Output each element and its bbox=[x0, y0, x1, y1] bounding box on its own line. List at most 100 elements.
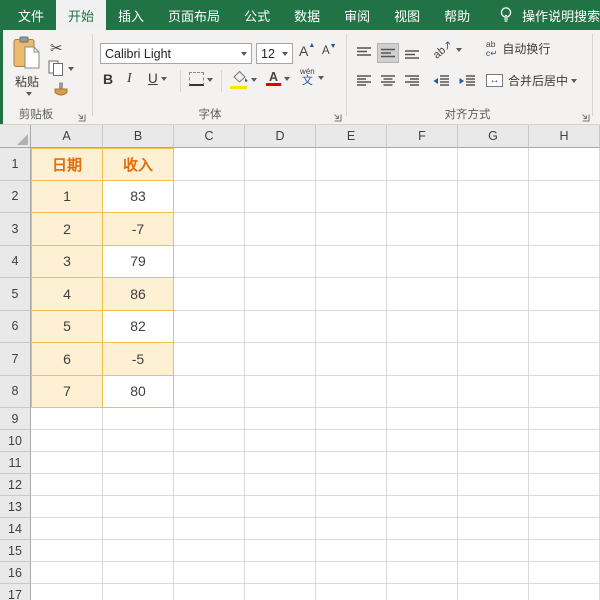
row-header-2[interactable]: 2 bbox=[0, 180, 31, 213]
decrease-indent-button[interactable] bbox=[430, 72, 452, 90]
cell-D6[interactable] bbox=[245, 310, 316, 343]
cell-F4[interactable] bbox=[387, 245, 458, 278]
clipboard-dialog-launcher[interactable] bbox=[76, 111, 86, 125]
cell-F13[interactable] bbox=[387, 496, 458, 518]
cell-H5[interactable] bbox=[529, 278, 600, 311]
cell-A11[interactable] bbox=[31, 452, 103, 474]
cell-D2[interactable] bbox=[245, 180, 316, 213]
font-name-combo[interactable]: Calibri Light bbox=[100, 43, 252, 64]
column-header-H[interactable]: H bbox=[529, 125, 600, 148]
cell-B10[interactable] bbox=[103, 430, 174, 452]
grow-font-button[interactable]: A ▲ bbox=[299, 42, 315, 60]
cell-E9[interactable] bbox=[316, 408, 387, 430]
borders-button[interactable] bbox=[189, 72, 213, 86]
row-header-15[interactable]: 15 bbox=[0, 540, 31, 562]
column-header-C[interactable]: C bbox=[174, 125, 245, 148]
row-header-1[interactable]: 1 bbox=[0, 148, 31, 181]
cell-A4[interactable]: 3 bbox=[31, 245, 103, 278]
column-header-B[interactable]: B bbox=[103, 125, 174, 148]
orientation-button[interactable]: ab↗ bbox=[431, 38, 463, 61]
cell-A17[interactable] bbox=[31, 584, 103, 600]
align-left-button[interactable] bbox=[354, 72, 374, 90]
cell-A2[interactable]: 1 bbox=[31, 180, 103, 213]
cell-C1[interactable] bbox=[174, 148, 245, 181]
cell-E10[interactable] bbox=[316, 430, 387, 452]
cell-D8[interactable] bbox=[245, 375, 316, 408]
alignment-dialog-launcher[interactable] bbox=[580, 111, 590, 125]
cell-C17[interactable] bbox=[174, 584, 245, 600]
cell-G4[interactable] bbox=[458, 245, 529, 278]
cell-C10[interactable] bbox=[174, 430, 245, 452]
cell-C2[interactable] bbox=[174, 180, 245, 213]
cell-D10[interactable] bbox=[245, 430, 316, 452]
cell-E3[interactable] bbox=[316, 213, 387, 246]
phonetic-guide-button[interactable]: wén 文 bbox=[300, 68, 324, 87]
cell-C6[interactable] bbox=[174, 310, 245, 343]
cell-A5[interactable]: 4 bbox=[31, 278, 103, 311]
cell-G10[interactable] bbox=[458, 430, 529, 452]
select-all-corner[interactable] bbox=[0, 125, 31, 148]
cell-G14[interactable] bbox=[458, 518, 529, 540]
cell-A16[interactable] bbox=[31, 562, 103, 584]
cell-F6[interactable] bbox=[387, 310, 458, 343]
cell-B8[interactable]: 80 bbox=[103, 375, 174, 408]
row-header-14[interactable]: 14 bbox=[0, 518, 31, 540]
cell-E12[interactable] bbox=[316, 474, 387, 496]
row-header-9[interactable]: 9 bbox=[0, 408, 31, 430]
tab-page-layout[interactable]: 页面布局 bbox=[156, 0, 232, 30]
cell-G11[interactable] bbox=[458, 452, 529, 474]
cell-D1[interactable] bbox=[245, 148, 316, 181]
cell-H12[interactable] bbox=[529, 474, 600, 496]
cell-E16[interactable] bbox=[316, 562, 387, 584]
cell-F15[interactable] bbox=[387, 540, 458, 562]
tab-home[interactable]: 开始 bbox=[56, 0, 107, 30]
row-header-16[interactable]: 16 bbox=[0, 562, 31, 584]
cell-G5[interactable] bbox=[458, 278, 529, 311]
cell-C14[interactable] bbox=[174, 518, 245, 540]
cell-E17[interactable] bbox=[316, 584, 387, 600]
font-color-button[interactable]: A bbox=[266, 71, 290, 86]
row-header-17[interactable]: 17 bbox=[0, 584, 31, 600]
row-header-3[interactable]: 3 bbox=[0, 213, 31, 246]
cell-G7[interactable] bbox=[458, 343, 529, 376]
font-size-combo[interactable]: 12 bbox=[256, 43, 293, 64]
cell-G6[interactable] bbox=[458, 310, 529, 343]
cell-E13[interactable] bbox=[316, 496, 387, 518]
cell-B6[interactable]: 82 bbox=[103, 310, 174, 343]
cell-H17[interactable] bbox=[529, 584, 600, 600]
cell-G16[interactable] bbox=[458, 562, 529, 584]
row-header-7[interactable]: 7 bbox=[0, 343, 31, 376]
cell-B14[interactable] bbox=[103, 518, 174, 540]
fill-color-button[interactable] bbox=[230, 70, 257, 89]
cell-A6[interactable]: 5 bbox=[31, 310, 103, 343]
cell-B17[interactable] bbox=[103, 584, 174, 600]
cell-B12[interactable] bbox=[103, 474, 174, 496]
top-align-button[interactable] bbox=[354, 44, 374, 62]
cell-F10[interactable] bbox=[387, 430, 458, 452]
cell-H8[interactable] bbox=[529, 375, 600, 408]
cell-B2[interactable]: 83 bbox=[103, 180, 174, 213]
cell-C5[interactable] bbox=[174, 278, 245, 311]
cell-F7[interactable] bbox=[387, 343, 458, 376]
cell-E6[interactable] bbox=[316, 310, 387, 343]
cell-A13[interactable] bbox=[31, 496, 103, 518]
cell-A3[interactable]: 2 bbox=[31, 213, 103, 246]
tab-data[interactable]: 数据 bbox=[282, 0, 332, 30]
cell-F9[interactable] bbox=[387, 408, 458, 430]
cell-D4[interactable] bbox=[245, 245, 316, 278]
shrink-font-button[interactable]: A ▼ bbox=[322, 43, 337, 58]
format-painter-button[interactable] bbox=[52, 82, 69, 98]
cell-C13[interactable] bbox=[174, 496, 245, 518]
column-header-E[interactable]: E bbox=[316, 125, 387, 148]
cell-C8[interactable] bbox=[174, 375, 245, 408]
cell-B9[interactable] bbox=[103, 408, 174, 430]
bottom-align-button[interactable] bbox=[402, 44, 422, 62]
cell-H9[interactable] bbox=[529, 408, 600, 430]
row-header-13[interactable]: 13 bbox=[0, 496, 31, 518]
column-header-F[interactable]: F bbox=[387, 125, 458, 148]
cell-B11[interactable] bbox=[103, 452, 174, 474]
cell-A7[interactable]: 6 bbox=[31, 343, 103, 376]
cell-G1[interactable] bbox=[458, 148, 529, 181]
cut-button[interactable]: ✂ bbox=[50, 39, 63, 57]
row-header-8[interactable]: 8 bbox=[0, 375, 31, 408]
